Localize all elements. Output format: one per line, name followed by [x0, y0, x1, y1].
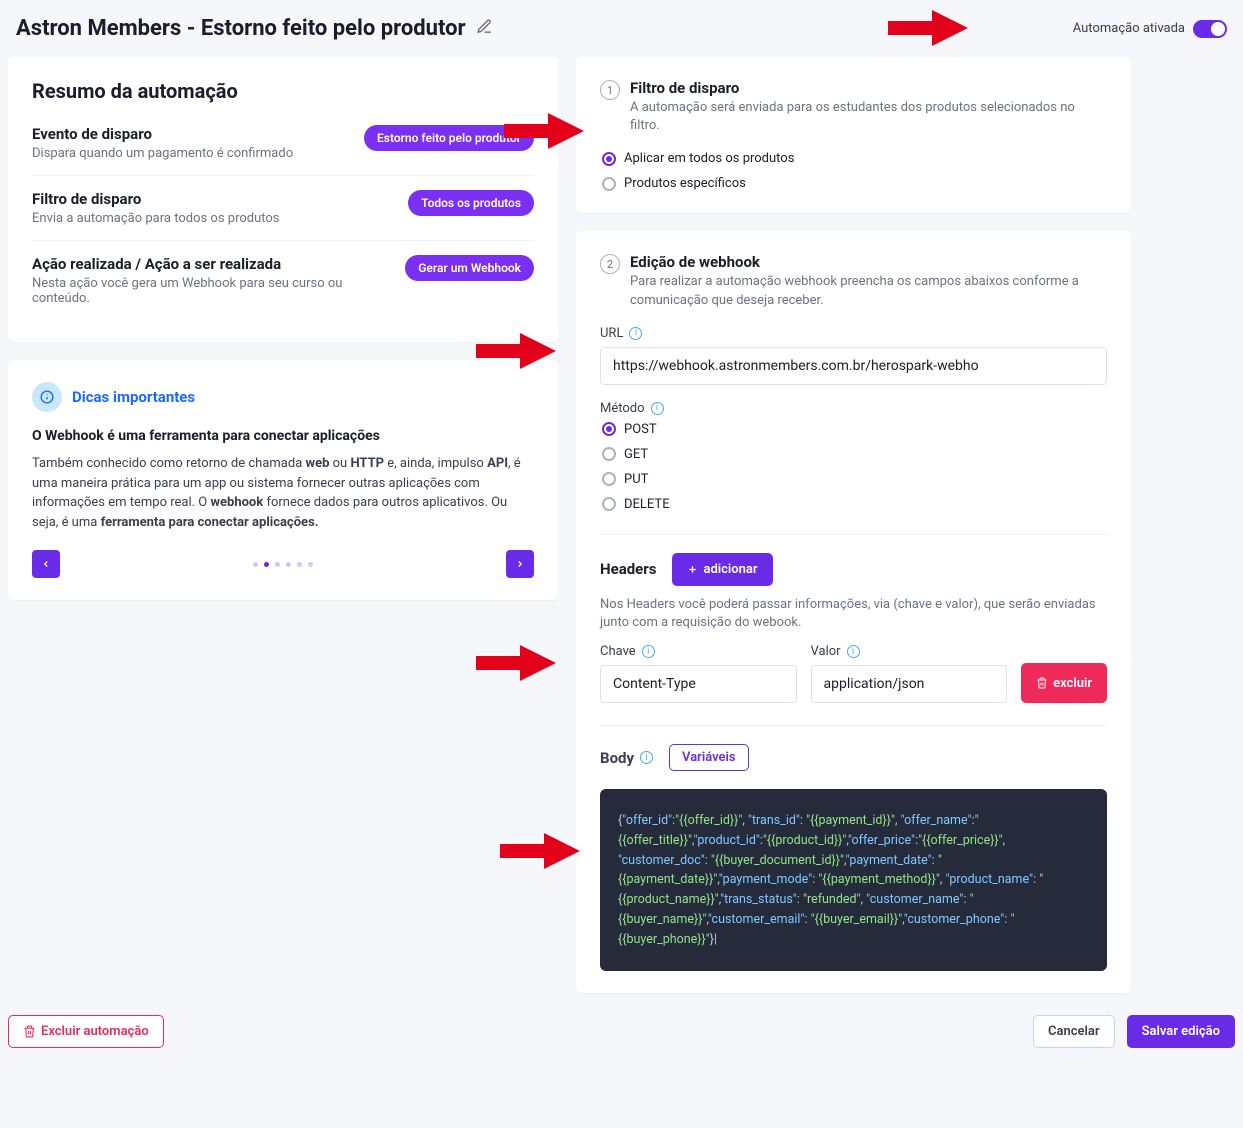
url-label: URL — [600, 326, 623, 341]
delete-header-button[interactable]: excluir — [1021, 663, 1107, 703]
filter-option-all[interactable]: Aplicar em todos os produtos — [602, 151, 1107, 166]
filter-option-specific[interactable]: Produtos específicos — [602, 176, 1107, 191]
headers-note: Nos Headers você poderá passar informaçõ… — [600, 596, 1107, 632]
tips-prev-button[interactable] — [32, 550, 60, 578]
filter-card: 1 Filtro de disparo A automação será env… — [576, 57, 1131, 213]
headers-label: Headers — [600, 560, 656, 578]
tips-body: Também conhecido como retorno de chamada… — [32, 454, 534, 532]
method-option-put[interactable]: PUT — [602, 472, 1107, 487]
body-code[interactable]: {"offer_id":"{{offer_id}}", "trans_id": … — [600, 789, 1107, 971]
webhook-desc: Para realizar a automação webhook preenc… — [630, 273, 1107, 309]
save-button[interactable]: Salvar edição — [1127, 1015, 1235, 1048]
tips-heading: Dicas importantes — [72, 388, 195, 406]
method-option-get[interactable]: GET — [602, 447, 1107, 462]
summary-item-title: Ação realizada / Ação a ser realizada — [32, 255, 393, 273]
info-icon[interactable]: i — [651, 402, 664, 415]
info-icon[interactable]: i — [847, 645, 860, 658]
summary-item-title: Evento de disparo — [32, 125, 293, 143]
filter-title: Filtro de disparo — [630, 79, 1107, 97]
info-icon — [32, 382, 62, 412]
url-input[interactable] — [600, 347, 1107, 385]
method-option-post[interactable]: POST — [602, 422, 1107, 437]
tips-card: Dicas importantes O Webhook é uma ferram… — [8, 360, 558, 600]
header-value-label: Valor — [811, 644, 841, 659]
variables-button[interactable]: Variáveis — [669, 744, 749, 771]
tips-next-button[interactable] — [506, 550, 534, 578]
summary-badge: Todos os produtos — [408, 190, 534, 216]
summary-item: Ação realizada / Ação a ser realizada Nes… — [32, 240, 534, 320]
summary-item-desc: Nesta ação você gera um Webhook para seu… — [32, 276, 393, 306]
annotation-arrow — [500, 833, 580, 869]
edit-icon[interactable] — [476, 18, 493, 39]
step-number: 1 — [600, 80, 620, 100]
summary-item-title: Filtro de disparo — [32, 190, 280, 208]
step-number: 2 — [600, 254, 620, 274]
add-header-button[interactable]: adicionar — [672, 553, 772, 586]
info-icon[interactable]: i — [642, 645, 655, 658]
summary-item-desc: Dispara quando um pagamento é confirmado — [32, 146, 293, 161]
page-title: Astron Members - Estorno feito pelo prod… — [16, 16, 466, 41]
summary-badge: Estorno feito pelo produtor — [364, 125, 534, 151]
filter-desc: A automação será enviada para os estudan… — [630, 99, 1107, 135]
automation-toggle[interactable] — [1193, 20, 1227, 38]
annotation-arrow — [476, 645, 556, 681]
summary-item: Evento de disparo Dispara quando um pagam… — [32, 121, 534, 175]
tips-dots — [253, 562, 313, 567]
toggle-label: Automação ativada — [1073, 21, 1185, 36]
tips-subtitle: O Webhook é uma ferramenta para conectar… — [32, 428, 534, 444]
info-icon[interactable]: i — [640, 751, 653, 764]
method-label: Método — [600, 401, 645, 416]
summary-item: Filtro de disparo Envia a automação para … — [32, 175, 534, 240]
summary-item-desc: Envia a automação para todos os produtos — [32, 211, 280, 226]
header-key-input[interactable] — [600, 665, 797, 703]
header-key-label: Chave — [600, 644, 636, 659]
delete-automation-button[interactable]: Excluir automação — [8, 1015, 164, 1048]
method-option-delete[interactable]: DELETE — [602, 497, 1107, 512]
summary-title: Resumo da automação — [32, 79, 534, 103]
summary-card: Resumo da automação Evento de disparo Dis… — [8, 57, 558, 342]
webhook-title: Edição de webhook — [630, 253, 1107, 271]
header-value-input[interactable] — [811, 665, 1008, 703]
webhook-card: 2 Edição de webhook Para realizar a auto… — [576, 231, 1131, 993]
summary-badge: Gerar um Webhook — [405, 255, 534, 281]
cancel-button[interactable]: Cancelar — [1033, 1015, 1115, 1048]
body-label: Body — [600, 749, 634, 767]
info-icon[interactable]: i — [629, 327, 642, 340]
